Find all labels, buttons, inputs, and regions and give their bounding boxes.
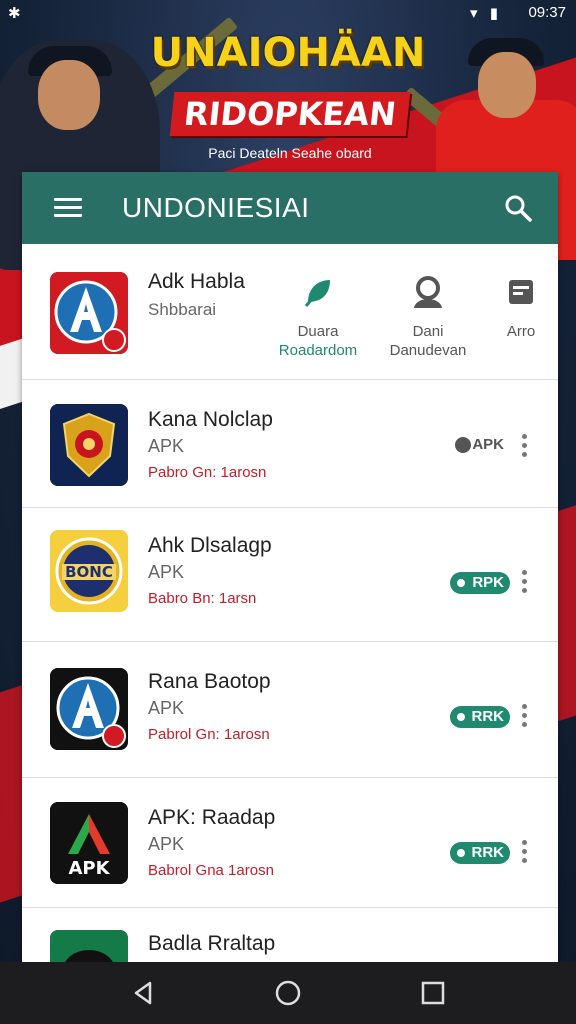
app-meta: Babro Bn: 1arsn (148, 590, 257, 607)
badge-label: APK (472, 436, 504, 453)
badge-dot-icon (455, 437, 472, 453)
apk-badge[interactable]: RRK (449, 842, 510, 864)
notification-icon: ✱ (8, 5, 21, 22)
app-name: Badla Rraltap (148, 932, 276, 955)
app-bar-title: UNDONIESIAI (122, 192, 310, 223)
app-list-card: UNDONIESIAI Adk Habla Shbbarai Duara Roa… (22, 172, 558, 962)
app-name: Kana Nolclap (148, 408, 273, 431)
leaf-icon (304, 280, 330, 307)
featured-actions: Duara Roadardom Dani Danudevan Arro (270, 274, 558, 364)
featured-app-name: Adk Habla (148, 270, 245, 293)
list-item[interactable]: Kana Nolclap APK Pabro Gn: 1arosn APK (22, 380, 558, 508)
app-icon-a-logo (50, 272, 128, 354)
featured-app-row[interactable]: Adk Habla Shbbarai Duara Roadardom Dani … (22, 244, 558, 380)
shield-emblem-icon (50, 404, 128, 486)
app-name: Ahk Dlsalagp (148, 534, 272, 557)
app-type: APK (148, 562, 185, 582)
apk-badge[interactable]: RRK (449, 706, 510, 728)
app-meta: Pabro Gn: 1arosn (148, 464, 267, 481)
more-options-icon[interactable] (520, 840, 528, 868)
action-button-dani[interactable]: Dani Danudevan (380, 274, 476, 359)
a-logo-icon (50, 668, 128, 750)
badge-dot-icon (453, 575, 470, 591)
badge-dot-icon (452, 709, 469, 725)
action-label: Dani (412, 323, 444, 340)
search-icon[interactable] (502, 192, 534, 224)
svg-text:APK: APK (68, 858, 110, 879)
apk-badge[interactable]: RPK (450, 572, 510, 594)
action-sublabel: Danudevan (389, 342, 467, 359)
badge-label: RRK (471, 708, 505, 725)
action-label: Duara (297, 323, 339, 340)
status-time: 09:37 (528, 4, 566, 21)
app-type: APK (148, 698, 185, 718)
back-icon[interactable] (128, 978, 158, 1008)
badge-dot-icon (452, 845, 469, 861)
app-meta: Pabrol Gn: 1arosn (148, 726, 270, 743)
apk-badge[interactable]: APK (452, 434, 510, 456)
more-options-icon[interactable] (520, 570, 528, 598)
svg-text:BONC: BONC (65, 563, 113, 581)
storage-icon (509, 280, 533, 304)
featured-app-subtitle: Shbbarai (148, 300, 217, 319)
app-meta: Babrol Gna 1arosn (148, 862, 274, 879)
app-name: APK: Raadap (148, 806, 276, 829)
green-app-icon (50, 930, 128, 962)
apk-logo-icon: APK (50, 802, 128, 884)
list-item[interactable]: Badla Rraltap (22, 908, 558, 962)
action-button-duara[interactable]: Duara Roadardom (270, 274, 366, 359)
system-nav-bar (0, 962, 576, 1024)
action-sublabel: Roadardom (278, 342, 358, 359)
app-name: Rana Baotop (148, 670, 271, 693)
app-type: APK (148, 436, 185, 456)
badge-label: RPK (472, 574, 504, 591)
more-options-icon[interactable] (520, 434, 528, 462)
action-label: Arro (506, 323, 536, 340)
action-button-arro[interactable]: Arro (484, 274, 558, 340)
recents-icon[interactable] (418, 978, 448, 1008)
list-item[interactable]: APK APK: Raadap APK Babrol Gna 1arosn RR… (22, 778, 558, 908)
banner-tagline: Paci Deateln Seahe obard (208, 145, 372, 161)
more-options-icon[interactable] (520, 704, 528, 732)
list-item[interactable]: BONC Ahk Dlsalagp APK Babro Bn: 1arsn RP… (22, 508, 558, 642)
banner-title: UNAIOHÄAN (150, 30, 426, 76)
status-bar: ✱ ▾ ▮ 09:37 (0, 0, 576, 26)
banner-subtitle: RIDOPKEAN (169, 92, 411, 136)
home-icon[interactable] (273, 978, 303, 1008)
list-item[interactable]: Rana Baotop APK Pabrol Gn: 1arosn RRK (22, 642, 558, 778)
person-icon (414, 276, 442, 308)
status-icons: ▾ ▮ (470, 5, 502, 22)
menu-icon[interactable] (54, 194, 82, 222)
bonc-emblem-icon: BONC (50, 530, 128, 612)
app-type: APK (148, 834, 185, 854)
badge-label: RRK (471, 844, 505, 861)
app-bar: UNDONIESIAI (22, 172, 558, 244)
